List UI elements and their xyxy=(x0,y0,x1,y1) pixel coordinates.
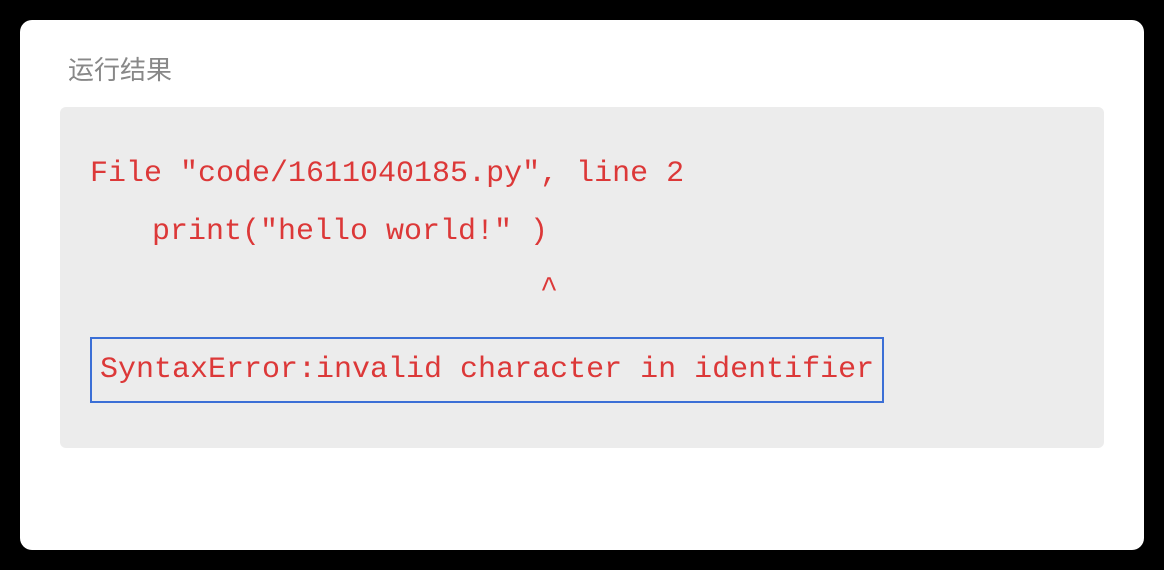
result-card: 运行结果 File "code/1611040185.py", line 2 p… xyxy=(20,20,1144,550)
traceback-file-line: File "code/1611040185.py", line 2 xyxy=(90,147,1074,201)
error-message-text: SyntaxError:invalid character in identif… xyxy=(100,353,874,387)
code-output-block: File "code/1611040185.py", line 2 print(… xyxy=(60,107,1104,448)
result-title: 运行结果 xyxy=(68,50,1104,87)
traceback-caret: ^ xyxy=(90,263,1074,317)
error-message-box: SyntaxError:invalid character in identif… xyxy=(90,337,884,403)
traceback-code-line: print("hello world!" ) xyxy=(90,205,1074,259)
